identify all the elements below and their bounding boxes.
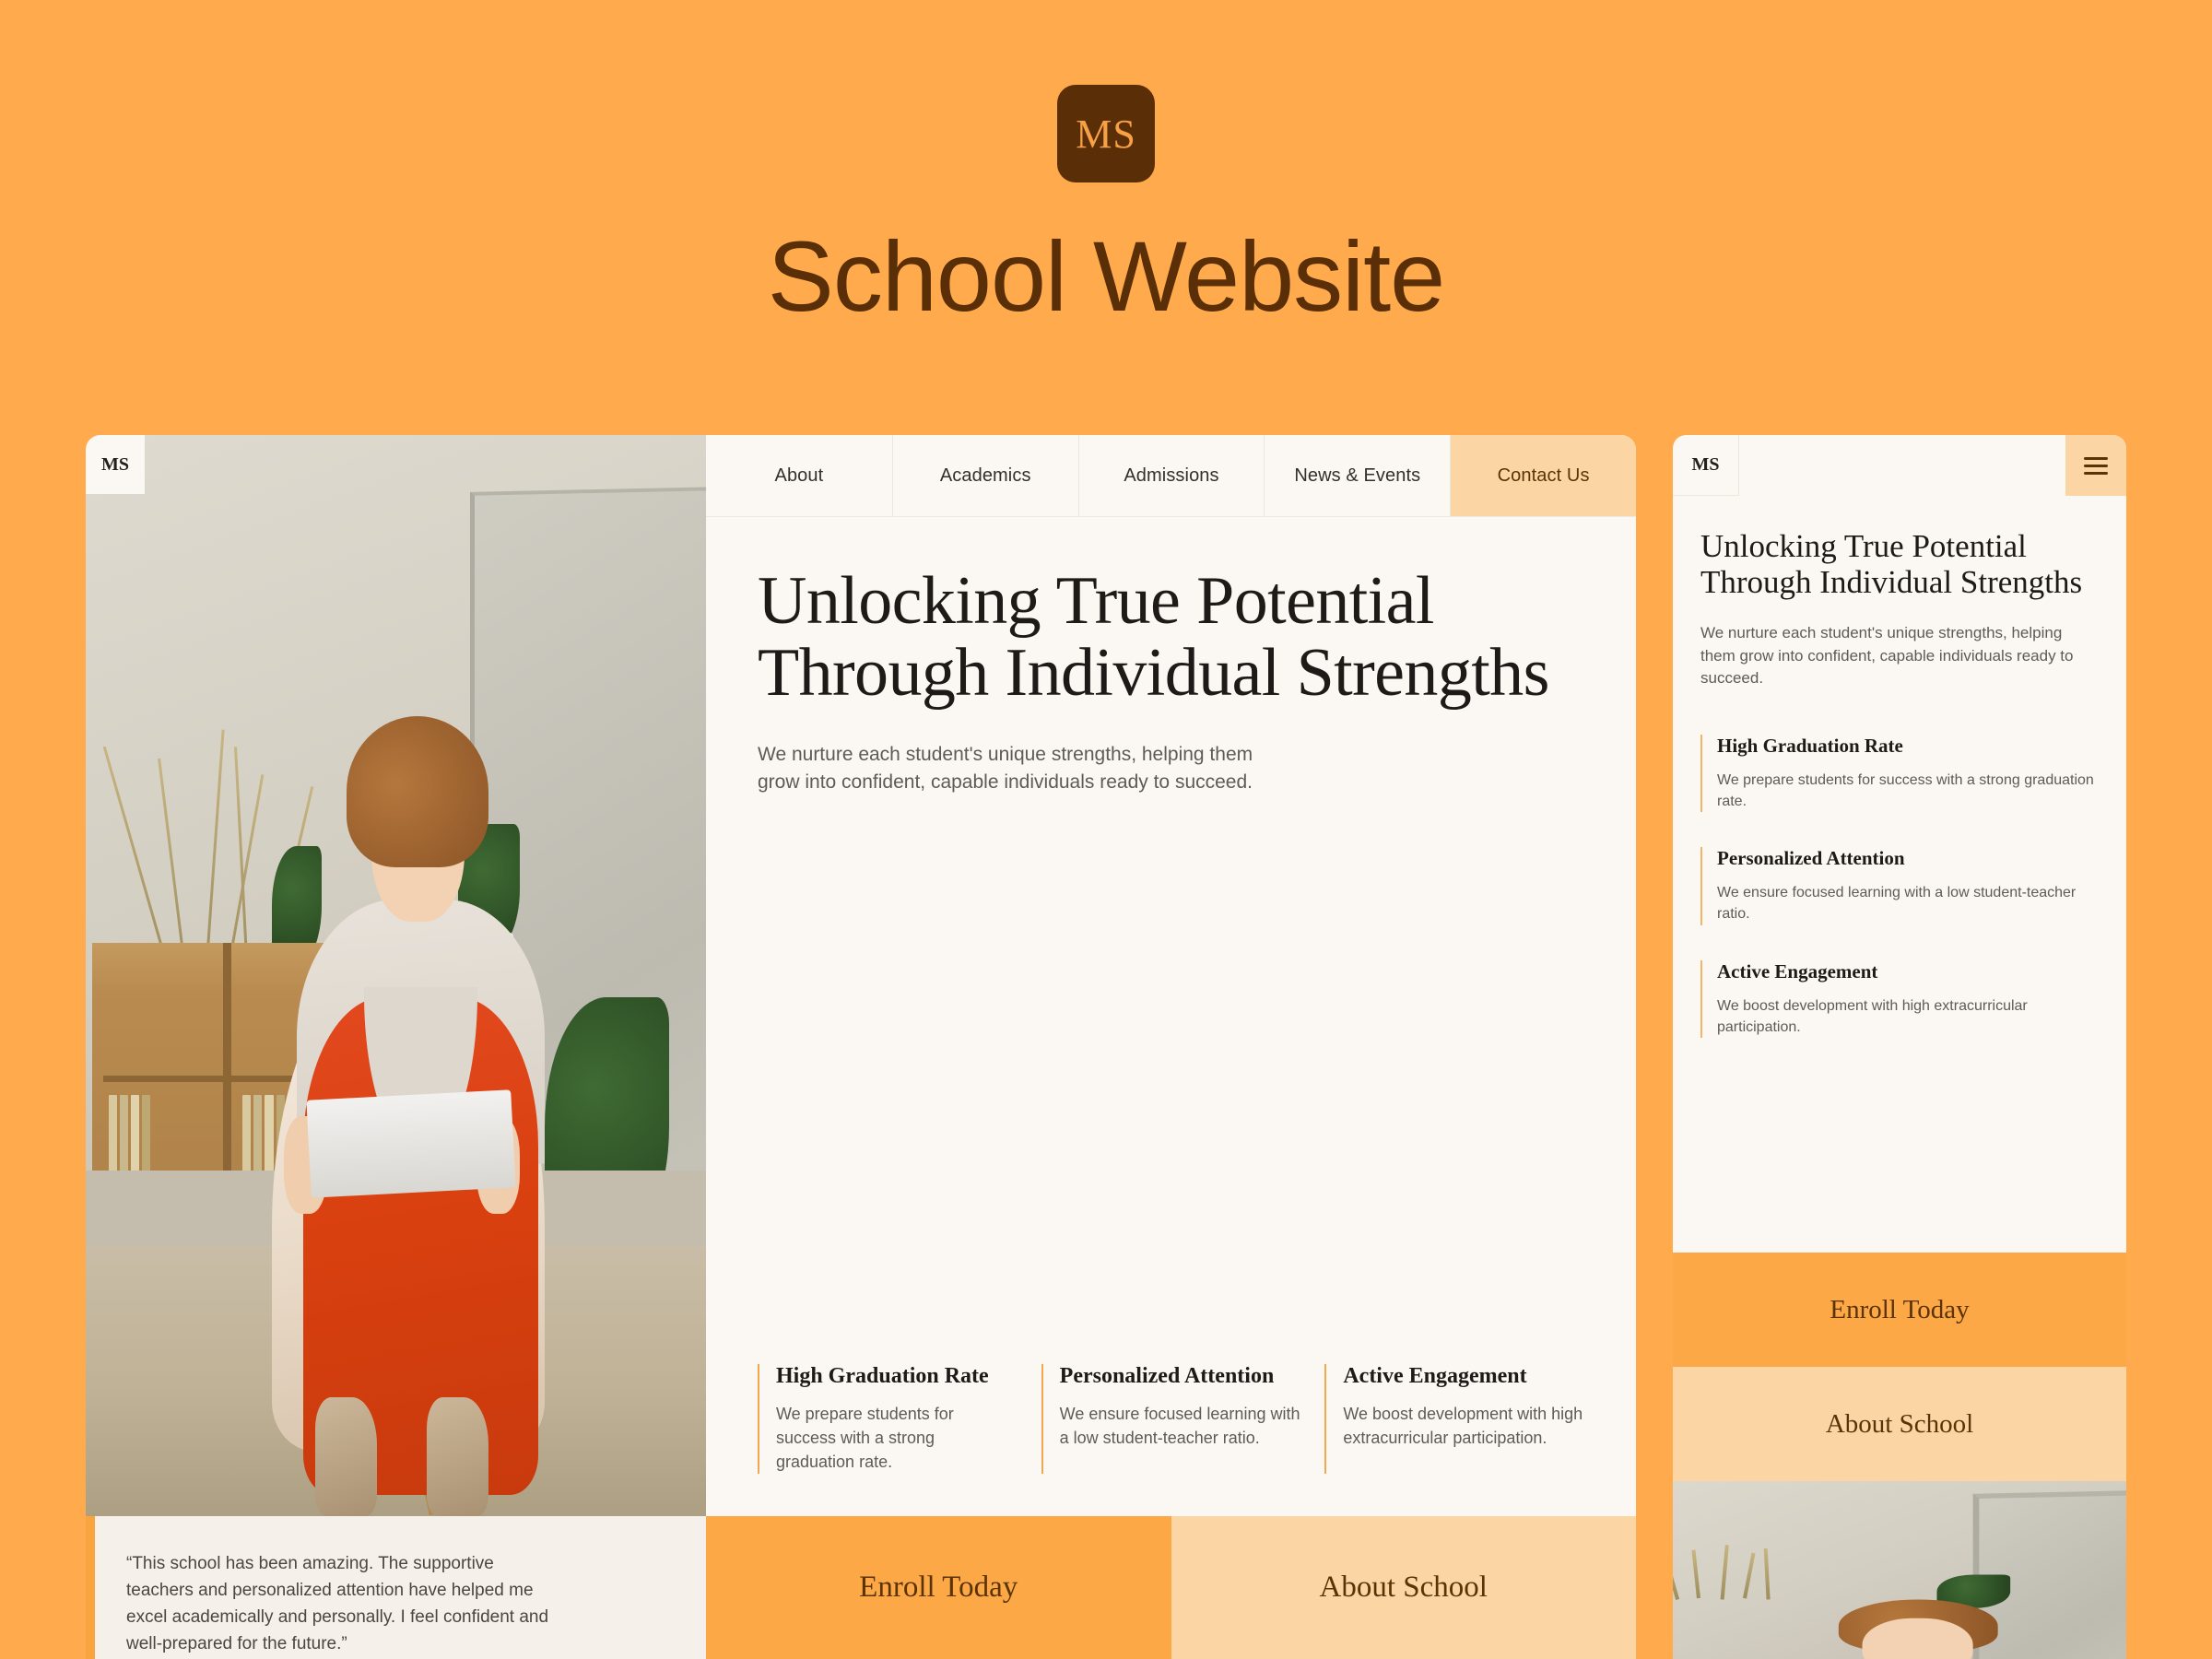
feature-text: We ensure focused learning with a low st… [1717,885,2077,923]
feature-card: High Graduation Rate We prepare students… [758,1363,1018,1474]
feature-text: We ensure focused learning with a low st… [1059,1404,1300,1447]
mobile-body: Unlocking True Potential Through Individ… [1673,496,2126,1039]
hero-subtext: We nurture each student's unique strengt… [758,743,1253,793]
mobile-about-school-button[interactable]: About School [1673,1367,2126,1481]
mobile-hero-subtext: We nurture each student's unique strengt… [1700,624,2074,688]
hero-image: MS [86,435,706,1516]
nav-item-admissions[interactable]: Admissions [1077,435,1265,516]
about-school-button[interactable]: About School [1171,1516,1636,1659]
mobile-hero-image [1673,1481,2126,1659]
mobile-hero-headline: Unlocking True Potential Through Individ… [1700,528,2083,600]
nav-label: Contact Us [1497,465,1590,486]
feature-card: Personalized Attention We ensure focused… [1041,1363,1301,1474]
mobile-photo-scene [1673,1481,2126,1659]
feature-title: High Graduation Rate [1717,734,1903,757]
testimonial-quote: “This school has been amazing. The suppo… [126,1554,549,1653]
feature-text: We prepare students for success with a s… [776,1404,954,1471]
app-logo-badge: MS [1057,85,1155,182]
feature-text: We boost development with high extracurr… [1343,1404,1583,1447]
desktop-logo[interactable]: MS [86,435,145,494]
desktop-mockup: MS About Academics Admissions News & Eve… [86,435,1636,1659]
feature-title: Personalized Attention [1717,847,1905,870]
mobile-feature-card: Personalized Attention We ensure focused… [1700,847,2099,925]
nav-item-about[interactable]: About [706,435,892,516]
feature-title: Active Engagement [1343,1363,1527,1388]
enroll-today-button[interactable]: Enroll Today [706,1516,1171,1659]
feature-list: High Graduation Rate We prepare students… [758,1363,1584,1474]
feature-card: Active Engagement We boost development w… [1324,1363,1584,1474]
cta-label: About School [1319,1571,1488,1604]
mobile-feature-card: High Graduation Rate We prepare students… [1700,734,2099,813]
hero-photo-scene [86,435,706,1516]
brand-header: MS School Website [0,0,2212,433]
mobile-logo[interactable]: MS [1673,435,1739,496]
mobile-header: MS [1673,435,2126,496]
mobile-mockup: MS Unlocking True Potential Through Indi… [1673,435,2126,1659]
page-title: School Website [767,220,1445,332]
nav-label: News & Events [1294,465,1421,486]
cta-row: Enroll Today About School [706,1516,1636,1659]
page-root: MS School Website MS About Academics Adm… [0,0,2212,1659]
cta-label: Enroll Today [1830,1294,1970,1324]
hero-content: Unlocking True Potential Through Individ… [706,517,1636,1516]
nav-label: Academics [939,465,1031,486]
hamburger-bars [2084,456,2108,475]
testimonial-card: “This school has been amazing. The suppo… [86,1516,706,1659]
cta-label: Enroll Today [859,1571,1018,1604]
feature-text: We prepare students for success with a s… [1717,771,2094,809]
feature-title: Personalized Attention [1059,1363,1275,1388]
mobile-top-card: MS Unlocking True Potential Through Indi… [1673,435,2126,1253]
hero-headline: Unlocking True Potential Through Individ… [758,563,1549,712]
mobile-enroll-today-button[interactable]: Enroll Today [1673,1253,2126,1367]
mobile-feature-card: Active Engagement We boost development w… [1700,959,2099,1039]
cta-label: About School [1825,1408,1974,1439]
feature-title: Active Engagement [1717,959,1878,982]
nav-item-contact-us[interactable]: Contact Us [1450,435,1636,516]
nav-label: About [774,465,824,486]
app-logo-text: MS [1076,111,1136,157]
desktop-navbar: About Academics Admissions News & Events… [706,435,1636,516]
feature-title: High Graduation Rate [776,1363,989,1388]
mobile-logo-text: MS [1691,454,1720,475]
nav-item-news-events[interactable]: News & Events [1264,435,1450,516]
nav-label: Admissions [1124,465,1219,486]
desktop-logo-text: MS [101,453,129,475]
nav-item-academics[interactable]: Academics [891,435,1078,516]
hamburger-icon[interactable] [2065,435,2126,496]
feature-text: We boost development with high extracurr… [1717,997,2028,1035]
mobile-feature-list: High Graduation Rate We prepare students… [1700,734,2099,1039]
